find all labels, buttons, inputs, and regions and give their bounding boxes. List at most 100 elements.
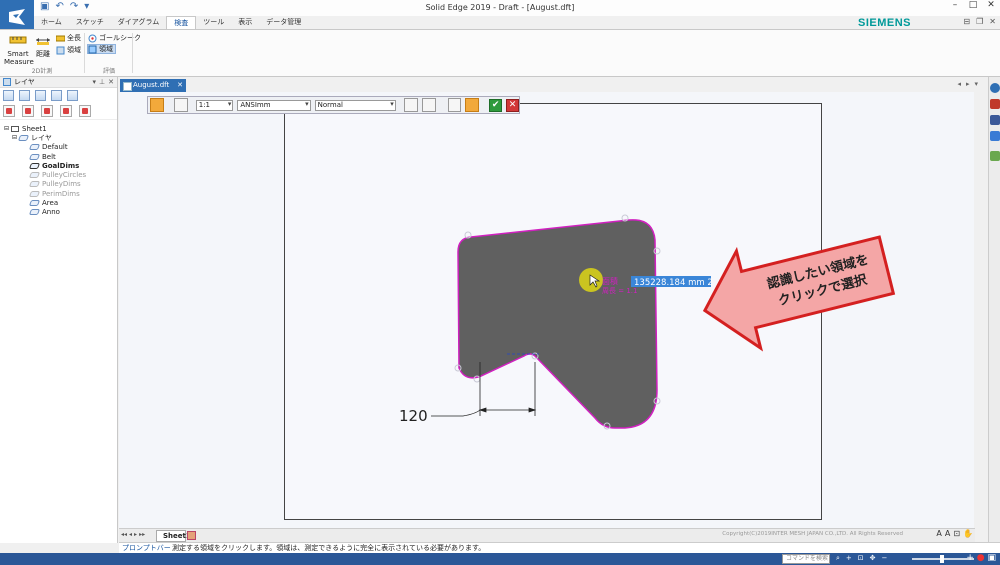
tree-item-layer[interactable]: Default xyxy=(0,143,117,152)
drawing-canvas[interactable]: 120 面積 周長 = 1.1 135228.184 mm 2 認識したい領域を… xyxy=(119,92,974,528)
youtube-icon[interactable] xyxy=(990,99,1000,109)
select-tool-button[interactable] xyxy=(150,98,164,112)
record-icon[interactable]: ● xyxy=(977,553,985,563)
restore-icon[interactable]: ❐ xyxy=(976,17,983,26)
tree-item-layer-hidden[interactable]: PulleyDims xyxy=(0,180,117,189)
zoom-slider-thumb[interactable] xyxy=(940,555,944,563)
zoom-slider[interactable] xyxy=(912,555,974,563)
zoom-area-icon[interactable]: ⌕ xyxy=(836,554,840,563)
document-tab-close-icon[interactable]: ✕ xyxy=(177,79,183,92)
last-sheet-icon[interactable]: ▸▸ xyxy=(139,531,145,538)
command-search-input[interactable]: コマンドを検索 xyxy=(782,554,830,564)
document-tab[interactable]: August.dft ✕ xyxy=(120,79,186,92)
area-button[interactable]: 領域 xyxy=(56,45,81,55)
collapse-icon[interactable]: ⊟ xyxy=(4,125,9,132)
fit-view-icon[interactable]: ⊡ xyxy=(858,554,864,563)
first-sheet-icon[interactable]: ◂◂ xyxy=(121,531,127,538)
fit-icon[interactable]: ⊡ xyxy=(953,529,960,538)
hatch-button[interactable] xyxy=(403,98,418,112)
zoom-in-icon[interactable]: + xyxy=(846,554,852,563)
style-select[interactable]: Normal xyxy=(314,99,396,111)
delete-layer-icon[interactable] xyxy=(79,105,91,117)
tree-item-layer-hidden[interactable]: PerimDims xyxy=(0,189,117,198)
show-layer-icon[interactable] xyxy=(3,105,15,117)
scroll-right-icon[interactable]: ▸ xyxy=(966,80,970,88)
goal-seek-button[interactable]: ゴールシーク xyxy=(88,33,141,43)
tab-diagram[interactable]: ダイアグラム xyxy=(111,16,166,29)
fullscreen-icon[interactable]: ▣ xyxy=(987,553,996,563)
text-zoom-in-icon[interactable]: A xyxy=(936,529,941,538)
prev-sheet-icon[interactable]: ◂ xyxy=(129,531,132,538)
tab-data-management[interactable]: データ管理 xyxy=(259,16,308,29)
pin-icon[interactable]: ⊥ xyxy=(99,78,105,86)
option-button[interactable] xyxy=(447,98,462,112)
tree-item-layer[interactable]: Area xyxy=(0,198,117,207)
panel-toolbar xyxy=(0,88,117,103)
standard-select[interactable]: ANSImm xyxy=(237,99,311,111)
pick-region-button[interactable] xyxy=(465,98,480,112)
tab-view[interactable]: 表示 xyxy=(231,16,259,29)
panel-menu-icon[interactable]: ▾ xyxy=(93,78,97,86)
sheet-tab-sheet1[interactable]: Sheet1 xyxy=(156,530,191,542)
distance-button[interactable]: 距離 xyxy=(34,33,52,58)
properties-button[interactable] xyxy=(421,98,436,112)
twitter-icon[interactable] xyxy=(990,131,1000,141)
tab-tools[interactable]: ツール xyxy=(196,16,231,29)
help-icon[interactable] xyxy=(990,83,1000,93)
zoom-plus-icon[interactable]: + xyxy=(966,553,974,563)
sheet-icon xyxy=(11,125,20,132)
accept-button[interactable]: ✔ xyxy=(489,98,503,112)
layer-tree: ⊟ Sheet1 ⊟ レイヤ Default Belt GoalDims Pul… xyxy=(0,120,117,217)
area-evaluate-icon xyxy=(88,45,97,53)
group-label-evaluate: 評価 xyxy=(102,68,115,75)
tab-sketch[interactable]: スケッチ xyxy=(69,16,111,29)
tab-home[interactable]: ホーム xyxy=(34,16,69,29)
area-mode-button[interactable] xyxy=(173,98,188,112)
layer-panel: レイヤ ▾ ⊥ ✕ ⊟ Sheet1 ⊟ レイヤ Default Belt Go… xyxy=(0,77,118,543)
layer-properties-icon[interactable] xyxy=(19,90,30,101)
tree-item-layer[interactable]: Belt xyxy=(0,152,117,161)
tab-inspect[interactable]: 検査 xyxy=(166,16,197,29)
group-label-2d-measure: 2D計測 xyxy=(31,68,53,75)
next-sheet-icon[interactable]: ▸ xyxy=(134,531,137,538)
cancel-button[interactable]: ✕ xyxy=(506,98,520,112)
text-zoom-out-icon[interactable]: A xyxy=(945,529,950,538)
layer-icon xyxy=(28,144,41,151)
library-icon[interactable] xyxy=(990,151,1000,161)
maximize-icon[interactable]: □ xyxy=(964,0,982,14)
hide-all-icon[interactable] xyxy=(60,105,72,117)
minimize-icon[interactable]: – xyxy=(946,0,964,14)
sheet-nav: ◂◂ ◂ ▸ ▸▸ xyxy=(121,531,145,538)
tree-item-layers[interactable]: ⊟ レイヤ xyxy=(0,133,117,142)
tree-item-sheet1[interactable]: ⊟ Sheet1 xyxy=(0,124,117,133)
full-length-button[interactable]: 全長 xyxy=(56,33,81,43)
hide-layer-icon[interactable] xyxy=(22,105,34,117)
pan-view-icon[interactable]: ✥ xyxy=(870,554,876,563)
full-length-icon xyxy=(56,35,65,41)
zoom-minus-icon[interactable]: − xyxy=(882,554,888,563)
layer-settings-icon[interactable] xyxy=(67,90,78,101)
tree-item-layer-hidden[interactable]: PulleyCircles xyxy=(0,170,117,179)
doc-close-icon[interactable]: ✕ xyxy=(989,17,996,26)
close-icon[interactable]: ✕ xyxy=(982,0,1000,14)
collapse-icon[interactable]: ⊟ xyxy=(12,134,17,141)
layer-icon xyxy=(28,172,41,179)
scale-select[interactable]: 1:1 xyxy=(195,99,234,111)
closed-region-shape[interactable] xyxy=(457,219,658,429)
move-layer-icon[interactable] xyxy=(35,90,46,101)
facebook-icon[interactable] xyxy=(990,115,1000,125)
tree-item-layer[interactable]: Anno xyxy=(0,208,117,217)
panel-close-icon[interactable]: ✕ xyxy=(108,78,114,86)
smart-measure-button[interactable]: Smart Measure xyxy=(4,33,34,66)
layer-filter-icon[interactable] xyxy=(51,90,62,101)
area-evaluate-button[interactable]: 領域 xyxy=(87,44,116,54)
new-layer-icon[interactable] xyxy=(3,90,14,101)
pan-icon[interactable]: ✋ xyxy=(963,529,973,538)
tree-item-layer-active[interactable]: GoalDims xyxy=(0,161,117,170)
add-sheet-icon[interactable] xyxy=(187,531,196,540)
tab-list-icon[interactable]: ▾ xyxy=(974,80,978,88)
show-all-icon[interactable] xyxy=(41,105,53,117)
sheet-tab-bar: ◂◂ ◂ ▸ ▸▸ Sheet1 Copyright(C)2019INTER M… xyxy=(119,528,975,542)
scroll-left-icon[interactable]: ◂ xyxy=(957,80,961,88)
minimize-ribbon-icon[interactable]: ⊟ xyxy=(963,17,970,26)
